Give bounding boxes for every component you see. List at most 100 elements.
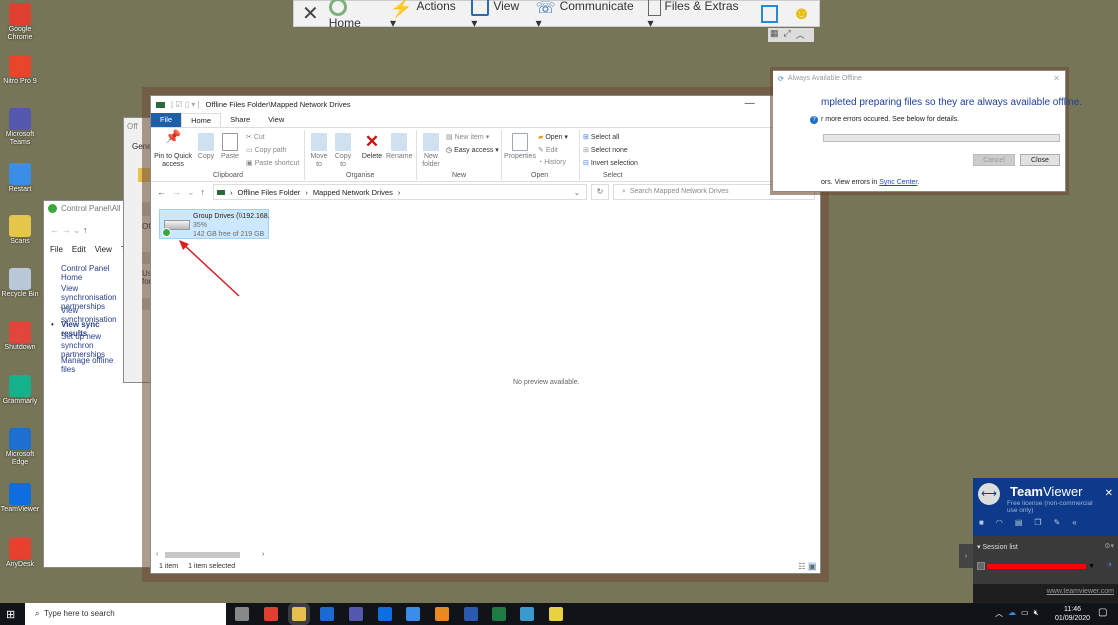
whiteboard-icon[interactable]: ✎ xyxy=(1054,518,1061,527)
ribbon-tab-share[interactable]: Share xyxy=(221,113,259,127)
excel-icon[interactable] xyxy=(492,607,506,621)
communicate-button[interactable]: ☏ Communicate ▾ xyxy=(536,0,638,30)
settings-icon[interactable]: ⚙▾ xyxy=(1104,542,1114,550)
copy-path-button[interactable]: ▭ Copy path xyxy=(246,146,286,154)
select-all-button[interactable]: ⊞ Select all xyxy=(583,133,619,141)
desktop-icon[interactable]: TeamViewer xyxy=(0,483,40,514)
large-icons-view-icon[interactable]: ▣ xyxy=(808,562,816,571)
desktop-icon[interactable]: Grammarly xyxy=(0,375,40,406)
action-center-icon[interactable]: ▢ xyxy=(1098,607,1107,618)
menu-item[interactable]: File xyxy=(50,245,63,254)
cancel-button[interactable]: Cancel xyxy=(973,154,1015,166)
show-hidden-icons[interactable]: ︿ xyxy=(995,608,1003,619)
details-view-icon[interactable]: ☷ xyxy=(798,562,805,571)
minimize-button[interactable]: — xyxy=(745,98,755,109)
ribbon-tab-file[interactable]: File xyxy=(151,113,182,127)
cut-button[interactable]: ✂ Cut xyxy=(246,133,265,141)
new-folder-button[interactable]: New folder xyxy=(419,133,443,169)
onedrive-icon[interactable]: ☁ xyxy=(1008,608,1016,619)
desktop-icon[interactable]: AnyDesk xyxy=(0,538,40,569)
address-bar[interactable]: › Offline Files Folder › Mapped Network … xyxy=(213,184,587,200)
rename-button[interactable]: Rename xyxy=(386,133,412,161)
volume-muted-icon[interactable]: 🔇︎ xyxy=(1034,608,1039,619)
new-item-button[interactable]: ▤ New item ▾ xyxy=(446,133,489,141)
desktop-icon[interactable]: Microsoft Edge xyxy=(0,428,40,467)
close-button[interactable]: Close xyxy=(1020,154,1060,166)
breadcrumb-item[interactable]: Offline Files Folder xyxy=(238,188,301,197)
easy-access-button[interactable]: ◷ Easy access ▾ xyxy=(446,146,499,154)
quick-access-toolbar[interactable]: | ☑ ▯ ▾ | xyxy=(171,100,200,109)
teamviewer-close-icon[interactable]: ✕ xyxy=(1105,488,1113,499)
open-button[interactable]: ▰ Open ▾ xyxy=(538,133,568,141)
sidebar-link[interactable]: Manage offline files xyxy=(61,356,125,374)
session-list-header[interactable]: Session list xyxy=(982,544,1017,551)
actions-button[interactable]: ⚡ Actions ▾ xyxy=(390,0,461,30)
files-extras-button[interactable]: Files & Extras ▾ xyxy=(647,0,743,30)
session-entry[interactable]: ▼ xyxy=(977,562,1095,570)
files-icon[interactable]: ❐ xyxy=(1034,518,1041,527)
search-box[interactable]: ⌕ Type here to search xyxy=(25,603,226,625)
menu-item[interactable]: View xyxy=(95,245,112,254)
desktop-icon[interactable]: Nitro Pro 9 xyxy=(0,55,40,86)
remote-desktop-icon[interactable] xyxy=(520,607,534,621)
refresh-button[interactable]: ↻ xyxy=(591,184,609,200)
word-icon[interactable] xyxy=(464,607,478,621)
back-button[interactable]: ← xyxy=(157,187,166,198)
chrome-icon[interactable] xyxy=(264,607,278,621)
chat-icon[interactable]: ▤ xyxy=(1015,518,1023,527)
outlook-icon[interactable] xyxy=(320,607,334,621)
fullscreen-icon[interactable]: ⤢ xyxy=(784,28,791,42)
start-button[interactable]: ⊞ xyxy=(6,608,15,621)
home-button[interactable]: Home xyxy=(328,0,380,30)
paste-button[interactable]: Paste xyxy=(219,133,241,161)
grid-icon[interactable]: ▦ xyxy=(770,28,779,42)
desktop-icon[interactable]: Microsoft Teams xyxy=(0,108,40,147)
sync-center-link[interactable]: Sync Center xyxy=(879,179,917,186)
select-none-button[interactable]: ⊞ Select none xyxy=(583,146,628,154)
desktop-icon[interactable]: Shutdown xyxy=(0,321,40,352)
drive-tile[interactable]: Group Drives (\\192.168. 35% 142 GB free… xyxy=(159,209,269,239)
ribbon-tab-home[interactable]: Home xyxy=(181,113,222,127)
history-button[interactable]: ◔ History xyxy=(538,159,566,166)
menu-item[interactable]: Edit xyxy=(72,245,86,254)
desktop-icon[interactable]: Scans xyxy=(0,215,40,246)
collapse-icon[interactable]: « xyxy=(1072,518,1076,527)
dialog-close-icon[interactable]: ✕ xyxy=(1053,74,1060,83)
headset-icon[interactable]: ◠ xyxy=(996,518,1003,527)
invert-selection-button[interactable]: ⊟ Invert selection xyxy=(583,159,638,167)
expand-arrow[interactable]: › xyxy=(959,544,973,568)
close-icon[interactable]: ✕ xyxy=(302,1,319,26)
teamviewer-icon[interactable] xyxy=(378,607,392,621)
sidebar-link[interactable]: Control Panel Home xyxy=(61,264,125,282)
paste-shortcut-button[interactable]: ▣ Paste shortcut xyxy=(246,159,299,167)
clock[interactable]: 11:46 01/09/2020 xyxy=(1055,605,1090,623)
task-view-icon[interactable] xyxy=(235,607,249,621)
desktop-icon[interactable]: Restart xyxy=(0,163,40,194)
recent-dropdown[interactable]: ⌄ xyxy=(187,187,195,198)
horizontal-scrollbar[interactable]: ‹ › xyxy=(156,551,271,559)
forward-button[interactable]: → xyxy=(172,187,181,198)
sync-icon[interactable] xyxy=(406,607,420,621)
network-icon[interactable]: ▭ xyxy=(1021,608,1029,619)
teamviewer-link[interactable]: www.teamviewer.com xyxy=(1047,588,1114,595)
sidebar-link[interactable]: Set up new synchron partnerships xyxy=(61,332,125,359)
move-to-button[interactable]: Move to xyxy=(309,133,329,169)
desktop-icon[interactable]: Recycle Bin xyxy=(0,268,40,299)
connect-icon[interactable]: ✈ xyxy=(1107,561,1113,569)
copy-to-button[interactable]: Copy to xyxy=(333,133,353,169)
video-icon[interactable]: ■ xyxy=(979,518,984,527)
sticky-icon[interactable] xyxy=(549,607,563,621)
app-icon[interactable] xyxy=(435,607,449,621)
up-button[interactable]: ↑ xyxy=(201,187,206,198)
view-button[interactable]: View ▾ xyxy=(471,0,525,30)
properties-button[interactable]: Properties xyxy=(504,133,536,161)
desktop-icon[interactable]: Google Chrome xyxy=(0,3,40,42)
file-explorer-icon[interactable] xyxy=(292,607,306,621)
address-dropdown-icon[interactable]: ⌄ xyxy=(574,188,580,197)
teams-icon[interactable] xyxy=(349,607,363,621)
pin-to-quick-access-button[interactable]: 📌 Pin to Quick access xyxy=(154,130,192,169)
collapse-icon[interactable]: ︿ xyxy=(796,28,805,42)
delete-button[interactable]: ✕ Delete xyxy=(360,133,384,161)
copy-button[interactable]: Copy xyxy=(195,133,217,161)
edit-button[interactable]: ✎ Edit xyxy=(538,146,558,154)
